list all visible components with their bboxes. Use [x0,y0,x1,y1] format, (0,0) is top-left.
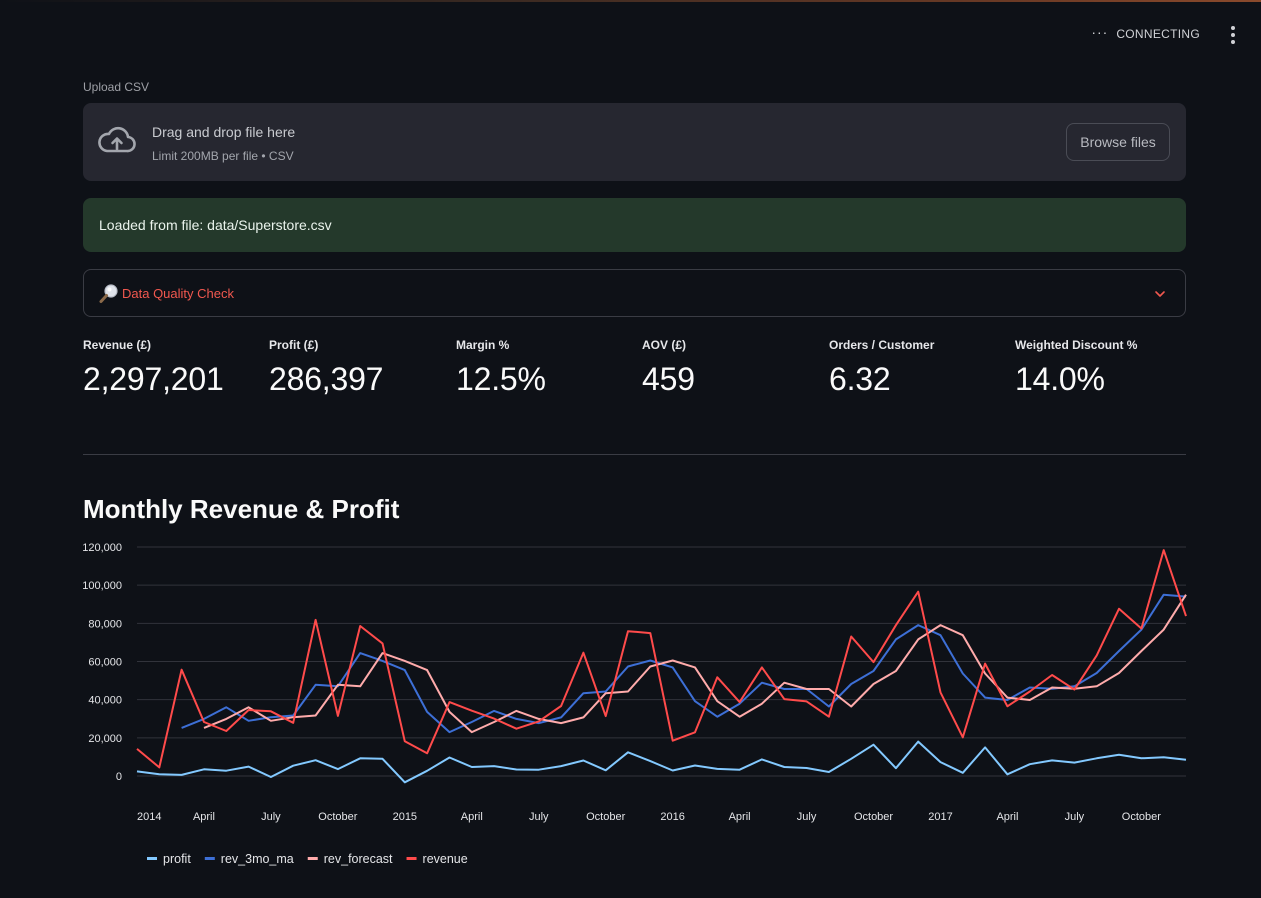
legend-swatch [406,857,417,860]
x-tick-label: April [729,811,751,823]
x-tick-label: October [318,811,357,823]
x-tick-label: 2017 [928,811,952,823]
series-line-revenue [136,549,1187,769]
x-tick-label: October [586,811,625,823]
x-tick-label: October [1122,811,1161,823]
y-axis-ticks: 0 20,000 40,000 60,000 80,000 100,000 120,000 [82,542,122,783]
x-tick-label: October [854,811,893,823]
x-tick-label: April [193,811,215,823]
x-tick-label: July [529,811,549,823]
legend-label: revenue [423,852,468,866]
y-tick-label: 0 [116,771,122,783]
y-tick-label: 120,000 [82,542,122,554]
x-tick-label: 2014 [137,811,161,823]
legend-label: rev_3mo_ma [221,852,294,866]
x-tick-label: July [1065,811,1085,823]
legend-swatch [147,857,157,860]
legend-label: profit [163,852,191,866]
x-axis-ticks: 2014 April July October 2015 April July October… [137,811,1161,823]
x-tick-label: April [996,811,1018,823]
x-tick-label: 2015 [393,811,417,823]
legend-label: rev_forecast [324,852,393,866]
y-tick-label: 80,000 [88,618,122,630]
chart-legend: profit rev_3mo_ma rev_forecast revenue [147,852,468,866]
x-tick-label: April [461,811,483,823]
y-tick-label: 100,000 [82,580,122,592]
y-tick-label: 20,000 [88,733,122,745]
legend-swatch [307,857,318,860]
y-tick-label: 40,000 [88,695,122,707]
x-tick-label: July [261,811,281,823]
x-tick-label: July [797,811,817,823]
chart-gridlines [137,546,1186,777]
y-tick-label: 60,000 [88,657,122,669]
legend-swatch [204,857,215,860]
revenue-profit-chart[interactable]: 020,00040,00060,00080,000100,000120,000 … [0,0,1261,898]
x-tick-label: 2016 [660,811,684,823]
